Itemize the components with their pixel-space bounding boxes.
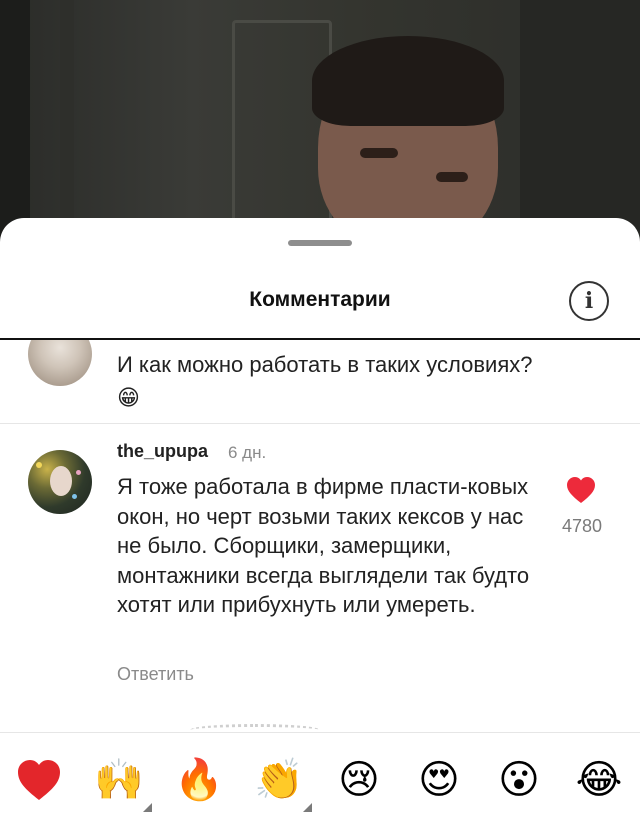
video-person-eye: [436, 172, 468, 182]
avatar-sparkle: [76, 470, 81, 475]
next-comment-peek: [190, 724, 320, 732]
comment-text: Я тоже работала в фирме пласти-ковых око…: [117, 474, 530, 617]
clapping-hands-emoji[interactable]: 👏: [252, 753, 306, 807]
red-heart-emoji[interactable]: [12, 753, 66, 807]
tears-of-joy-emoji[interactable]: 😂: [572, 753, 626, 807]
emoji-reaction-bar: 🙌 🔥 👏 😢 😍 😮 😂: [0, 732, 640, 822]
info-icon[interactable]: i: [569, 281, 609, 321]
avatar-face: [50, 466, 72, 496]
video-person-hair: [312, 36, 504, 126]
crying-face-emoji[interactable]: 😢: [332, 753, 386, 807]
avatar[interactable]: [28, 340, 92, 386]
avatar-sparkle: [36, 462, 42, 468]
reply-button[interactable]: Ответить: [117, 664, 194, 685]
video-person-eye: [360, 148, 398, 158]
comment-divider: [0, 423, 640, 424]
skin-tone-indicator[interactable]: [303, 803, 312, 812]
avatar[interactable]: [28, 450, 92, 514]
video-door: [232, 20, 332, 240]
comment-list[interactable]: И как можно работать в таких условиях?😁 …: [0, 340, 640, 732]
comments-sheet: Комментарии i И как можно работать в так…: [0, 218, 640, 822]
fire-emoji[interactable]: 🔥: [172, 753, 226, 807]
comment-username[interactable]: the_upupa: [117, 441, 208, 462]
comment-timestamp: 6 дн.: [228, 443, 267, 462]
skin-tone-indicator[interactable]: [143, 803, 152, 812]
avatar-sparkle: [72, 494, 77, 499]
like-count: 4780: [561, 516, 603, 536]
heart-eyes-emoji[interactable]: 😍: [412, 753, 466, 807]
heart-icon[interactable]: [566, 476, 596, 504]
sheet-drag-handle[interactable]: [288, 240, 352, 246]
red-heart-icon: [18, 760, 60, 800]
raising-hands-emoji[interactable]: 🙌: [92, 753, 146, 807]
comment-text: И как можно работать в таких условиях?😁: [117, 352, 533, 410]
surprised-face-emoji[interactable]: 😮: [492, 753, 546, 807]
sheet-title: Комментарии: [249, 288, 391, 311]
